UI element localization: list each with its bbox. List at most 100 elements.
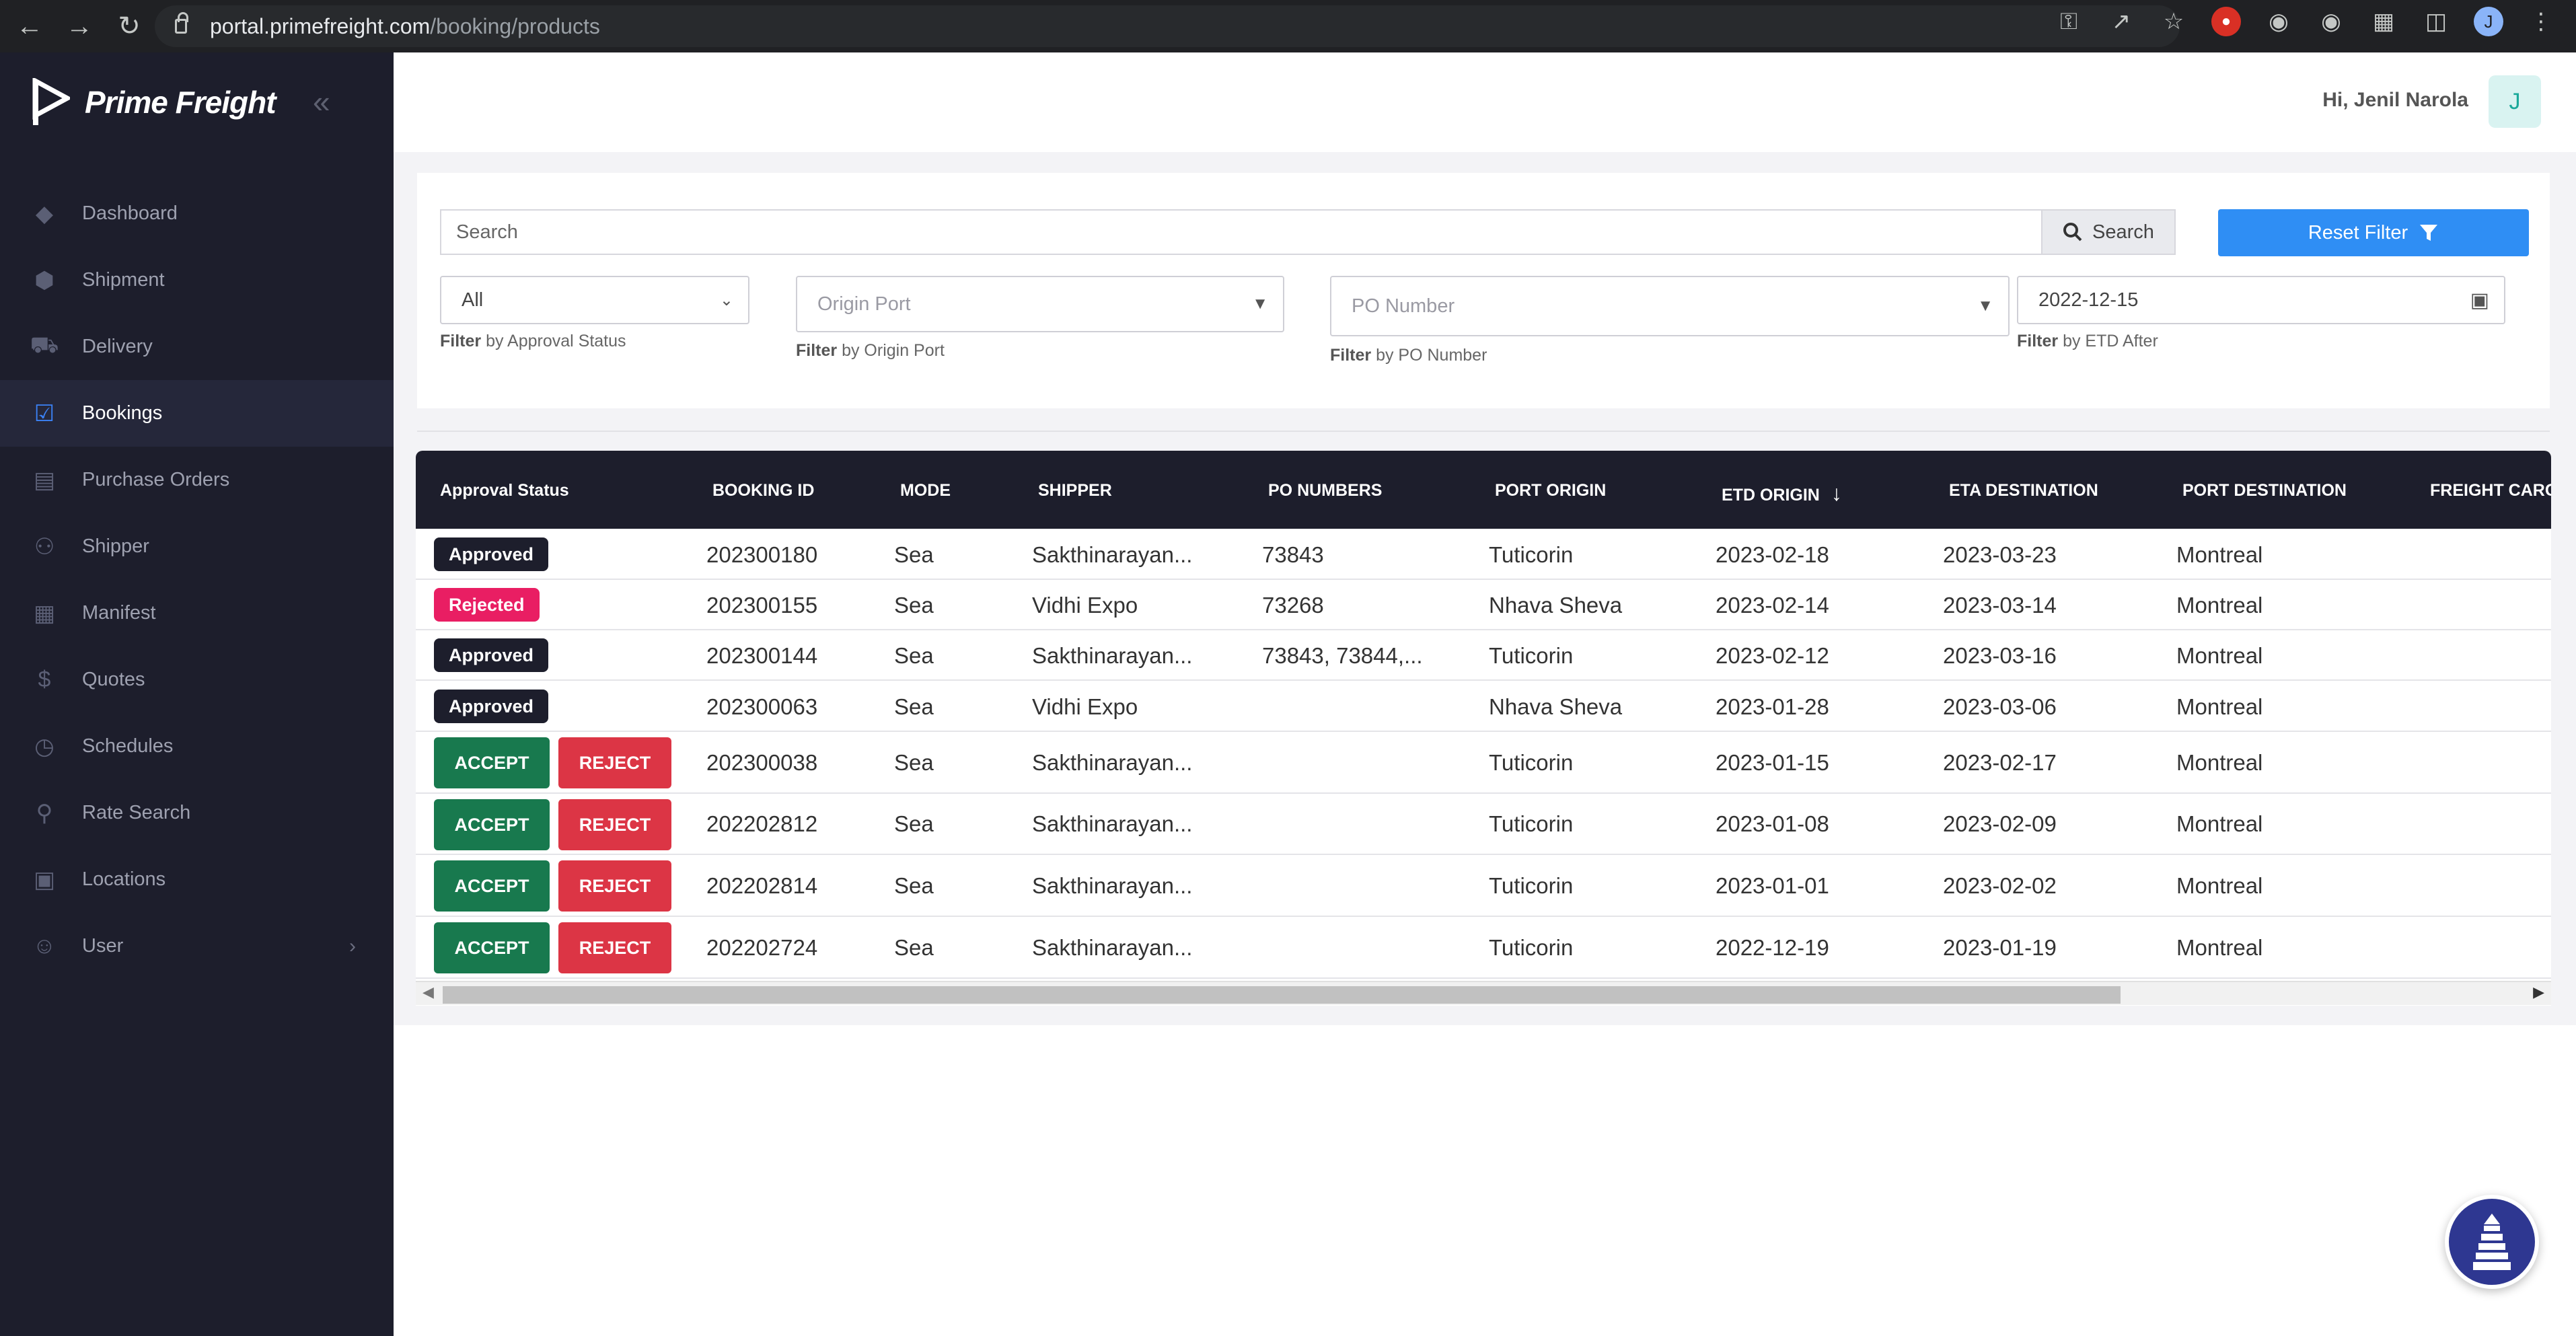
diamond-icon: ◆	[35, 200, 54, 227]
etd-after-date-input[interactable]: 2022-12-15 ▣	[2017, 276, 2505, 324]
reject-button[interactable]: REJECT	[558, 860, 671, 912]
accept-button[interactable]: ACCEPT	[434, 737, 550, 788]
port-destination-cell: Montreal	[2176, 811, 2263, 836]
user-greeting: Hi, Jenil Narola	[2322, 89, 2468, 111]
user-circle-icon: ☺	[32, 933, 57, 959]
back-icon[interactable]: ←	[15, 11, 44, 42]
sidebar-item-bookings[interactable]: ☑ Bookings	[0, 380, 394, 447]
sidebar-item-rate-search[interactable]: ⚲ Rate Search	[0, 780, 394, 846]
port-origin-cell: Tuticorin	[1489, 643, 1574, 668]
booking-id-cell[interactable]: 202202814	[706, 873, 817, 899]
cookie-icon[interactable]: ◉	[2316, 7, 2346, 36]
scrollbar-thumb[interactable]	[443, 986, 2121, 1004]
checkbox-icon: ☑	[34, 400, 55, 426]
column-header-freight-cargo[interactable]: FREIGHT CARG	[2430, 481, 2551, 500]
etd-origin-cell: 2023-01-28	[1716, 694, 1829, 719]
share-icon[interactable]: ↗	[2106, 7, 2136, 36]
column-header-mode[interactable]: MODE	[900, 481, 951, 500]
booking-id-cell[interactable]: 202300144	[706, 643, 817, 669]
column-header-po-numbers[interactable]: PO NUMBERS	[1268, 481, 1382, 500]
sidebar-item-purchase-orders[interactable]: ▤ Purchase Orders	[0, 447, 394, 513]
mode-cell: Sea	[894, 750, 934, 775]
etd-origin-cell: 2023-02-12	[1716, 643, 1829, 668]
key-icon[interactable]: ⚿	[2054, 7, 2084, 36]
status-badge: Approved	[434, 537, 549, 571]
etd-origin-cell: 2023-01-01	[1716, 873, 1829, 898]
calendar-icon[interactable]: ▣	[2470, 289, 2489, 312]
column-header-shipper[interactable]: SHIPPER	[1038, 481, 1112, 500]
sidebar-item-locations[interactable]: ▣ Locations	[0, 846, 394, 913]
lock-icon	[175, 12, 188, 34]
reject-button[interactable]: REJECT	[558, 737, 671, 788]
po-number-select[interactable]: PO Number ▼	[1330, 276, 2010, 336]
reject-button[interactable]: REJECT	[558, 799, 671, 850]
brand[interactable]: Prime Freight «	[0, 52, 394, 152]
sidebar-item-dashboard[interactable]: ◆ Dashboard	[0, 180, 394, 247]
table-row: ACCEPT REJECT 202202814 Sea Sakthinaraya…	[416, 855, 2551, 917]
collapse-sidebar-icon[interactable]: «	[313, 83, 330, 120]
help-widget-button[interactable]	[2445, 1195, 2539, 1289]
booking-id-cell[interactable]: 202202812	[706, 811, 817, 837]
booking-id-cell[interactable]: 202300063	[706, 694, 817, 720]
sidebar-item-shipment[interactable]: ⬢ Shipment	[0, 247, 394, 313]
sidebar-item-user[interactable]: ☺ User ›	[0, 913, 394, 979]
browser-toolbar: ← → ↻ portal.primefreight.com/booking/pr…	[0, 0, 2576, 52]
reset-filter-label: Reset Filter	[2308, 221, 2408, 244]
booking-id-cell[interactable]: 202300155	[706, 593, 817, 618]
sidebar-item-delivery[interactable]: ⛟ Delivery	[0, 313, 394, 380]
port-origin-cell: Nhava Sheva	[1489, 694, 1623, 719]
sidebar-item-manifest[interactable]: ▦ Manifest	[0, 580, 394, 646]
search-button[interactable]: Search	[2041, 209, 2176, 255]
profile-avatar[interactable]: J	[2474, 7, 2503, 36]
origin-port-select[interactable]: Origin Port ▼	[796, 276, 1284, 332]
sidebar-item-shipper[interactable]: ⚇ Shipper	[0, 513, 394, 580]
prime-freight-logo-icon	[32, 78, 70, 125]
approval-status-select[interactable]: All ⌄	[440, 276, 749, 324]
address-bar[interactable]: portal.primefreight.com/booking/products	[155, 5, 2180, 47]
extension-circle-icon[interactable]: ◉	[2264, 7, 2293, 36]
sort-down-arrow-icon: ↓	[1831, 481, 1842, 505]
column-header-port-origin[interactable]: PORT ORIGIN	[1495, 481, 1606, 500]
kebab-menu-icon[interactable]: ⋮	[2526, 7, 2556, 36]
puzzle-icon[interactable]: ▦	[2369, 7, 2398, 36]
sidebar-item-schedules[interactable]: ◷ Schedules	[0, 713, 394, 780]
accept-button[interactable]: ACCEPT	[434, 860, 550, 912]
sidebar-item-quotes[interactable]: $ Quotes	[0, 646, 394, 713]
accept-button[interactable]: ACCEPT	[434, 799, 550, 850]
shipper-cell: Sakthinarayan...	[1032, 811, 1193, 836]
scroll-right-arrow-icon[interactable]: ▶	[2533, 984, 2544, 1001]
reset-filter-button[interactable]: Reset Filter	[2218, 209, 2529, 256]
user-avatar[interactable]: J	[2489, 75, 2541, 128]
column-header-port-destination[interactable]: PORT DESTINATION	[2182, 481, 2347, 500]
forward-icon[interactable]: →	[65, 11, 94, 42]
column-header-etd-origin[interactable]: ETD ORIGIN ↓	[1722, 481, 1842, 506]
eta-destination-cell: 2023-03-06	[1943, 694, 2057, 719]
accept-button[interactable]: ACCEPT	[434, 922, 550, 973]
port-destination-cell: Montreal	[2176, 542, 2263, 567]
reload-icon[interactable]: ↻	[114, 11, 144, 42]
column-header-booking-id[interactable]: BOOKING ID	[712, 481, 814, 500]
scroll-left-arrow-icon[interactable]: ◀	[422, 984, 434, 1001]
eta-destination-cell: 2023-01-19	[1943, 935, 2057, 960]
horizontal-scrollbar[interactable]: ◀ ▶	[416, 981, 2551, 1005]
sidepanel-icon[interactable]: ◫	[2421, 7, 2451, 36]
reject-button[interactable]: REJECT	[558, 922, 671, 973]
column-header-approval-status[interactable]: Approval Status	[440, 481, 569, 500]
sidebar-item-label: Rate Search	[82, 802, 191, 823]
eta-destination-cell: 2023-03-14	[1943, 593, 2057, 618]
table-row: Approved 202300180 Sea Sakthinarayan... …	[416, 529, 2551, 580]
port-destination-cell: Montreal	[2176, 694, 2263, 719]
star-icon[interactable]: ☆	[2159, 7, 2188, 36]
eta-destination-cell: 2023-02-09	[1943, 811, 2057, 836]
booking-id-cell[interactable]: 202202724	[706, 935, 817, 961]
column-header-eta-destination[interactable]: ETA DESTINATION	[1949, 481, 2098, 500]
sidebar-item-label: Delivery	[82, 336, 153, 357]
booking-id-cell[interactable]: 202300038	[706, 750, 817, 776]
search-icon: ⚲	[36, 800, 53, 826]
sidebar-item-label: Bookings	[82, 402, 163, 424]
shipper-cell: Sakthinarayan...	[1032, 873, 1193, 898]
bookings-table: Approval Status BOOKING ID MODE SHIPPER …	[416, 451, 2551, 1006]
booking-id-cell[interactable]: 202300180	[706, 542, 817, 568]
search-input[interactable]: Search	[440, 209, 2043, 255]
extension-red-icon[interactable]: ●	[2211, 7, 2241, 36]
